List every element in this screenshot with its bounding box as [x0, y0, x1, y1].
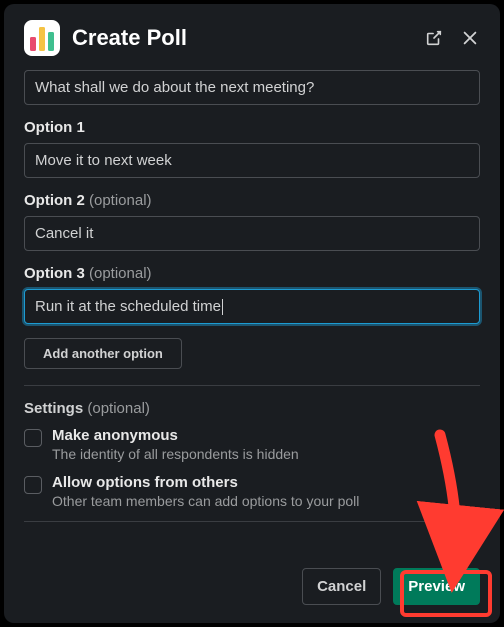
create-poll-modal: Create Poll What shall we do about the n…: [4, 4, 500, 623]
allow-others-desc: Other team members can add options to yo…: [52, 493, 480, 509]
setting-anonymous: Make anonymous The identity of all respo…: [24, 427, 480, 462]
divider: [24, 521, 480, 522]
open-external-icon[interactable]: [424, 28, 444, 48]
modal-body: What shall we do about the next meeting?…: [4, 70, 500, 554]
anonymous-desc: The identity of all respondents is hidde…: [52, 446, 480, 462]
settings-label: Settings (optional): [24, 400, 480, 417]
modal-header: Create Poll: [4, 4, 500, 70]
divider: [24, 385, 480, 386]
modal-title: Create Poll: [72, 25, 412, 51]
header-actions: [424, 28, 480, 48]
option-1-label: Option 1: [24, 119, 480, 136]
option-2-input[interactable]: Cancel it: [24, 216, 480, 251]
checkbox-anonymous[interactable]: [24, 429, 42, 447]
checkbox-text: Allow options from others Other team mem…: [52, 474, 480, 509]
poll-app-icon: [24, 20, 60, 56]
option-label-text: Option 1: [24, 119, 85, 136]
checkbox-text: Make anonymous The identity of all respo…: [52, 427, 480, 462]
add-option-button[interactable]: Add another option: [24, 338, 182, 369]
option-label-text: Option 2: [24, 192, 85, 209]
option-3-value: Run it at the scheduled time: [35, 298, 221, 315]
option-1-input[interactable]: Move it to next week: [24, 143, 480, 178]
anonymous-title: Make anonymous: [52, 427, 480, 444]
option-optional-text: (optional): [89, 265, 152, 282]
text-cursor: [222, 299, 223, 315]
settings-optional-text: (optional): [87, 400, 150, 417]
allow-others-title: Allow options from others: [52, 474, 480, 491]
setting-allow-others: Allow options from others Other team mem…: [24, 474, 480, 509]
checkbox-allow-others[interactable]: [24, 476, 42, 494]
modal-footer: Cancel Preview: [4, 554, 500, 623]
preview-button[interactable]: Preview: [393, 568, 480, 605]
option-optional-text: (optional): [89, 192, 152, 209]
option-2-label: Option 2 (optional): [24, 192, 480, 209]
option-3-input[interactable]: Run it at the scheduled time: [24, 289, 480, 324]
close-icon[interactable]: [460, 28, 480, 48]
option-label-text: Option 3: [24, 265, 85, 282]
cancel-button[interactable]: Cancel: [302, 568, 381, 605]
option-3-label: Option 3 (optional): [24, 265, 480, 282]
poll-question-input[interactable]: What shall we do about the next meeting?: [24, 70, 480, 105]
settings-label-text: Settings: [24, 400, 83, 417]
